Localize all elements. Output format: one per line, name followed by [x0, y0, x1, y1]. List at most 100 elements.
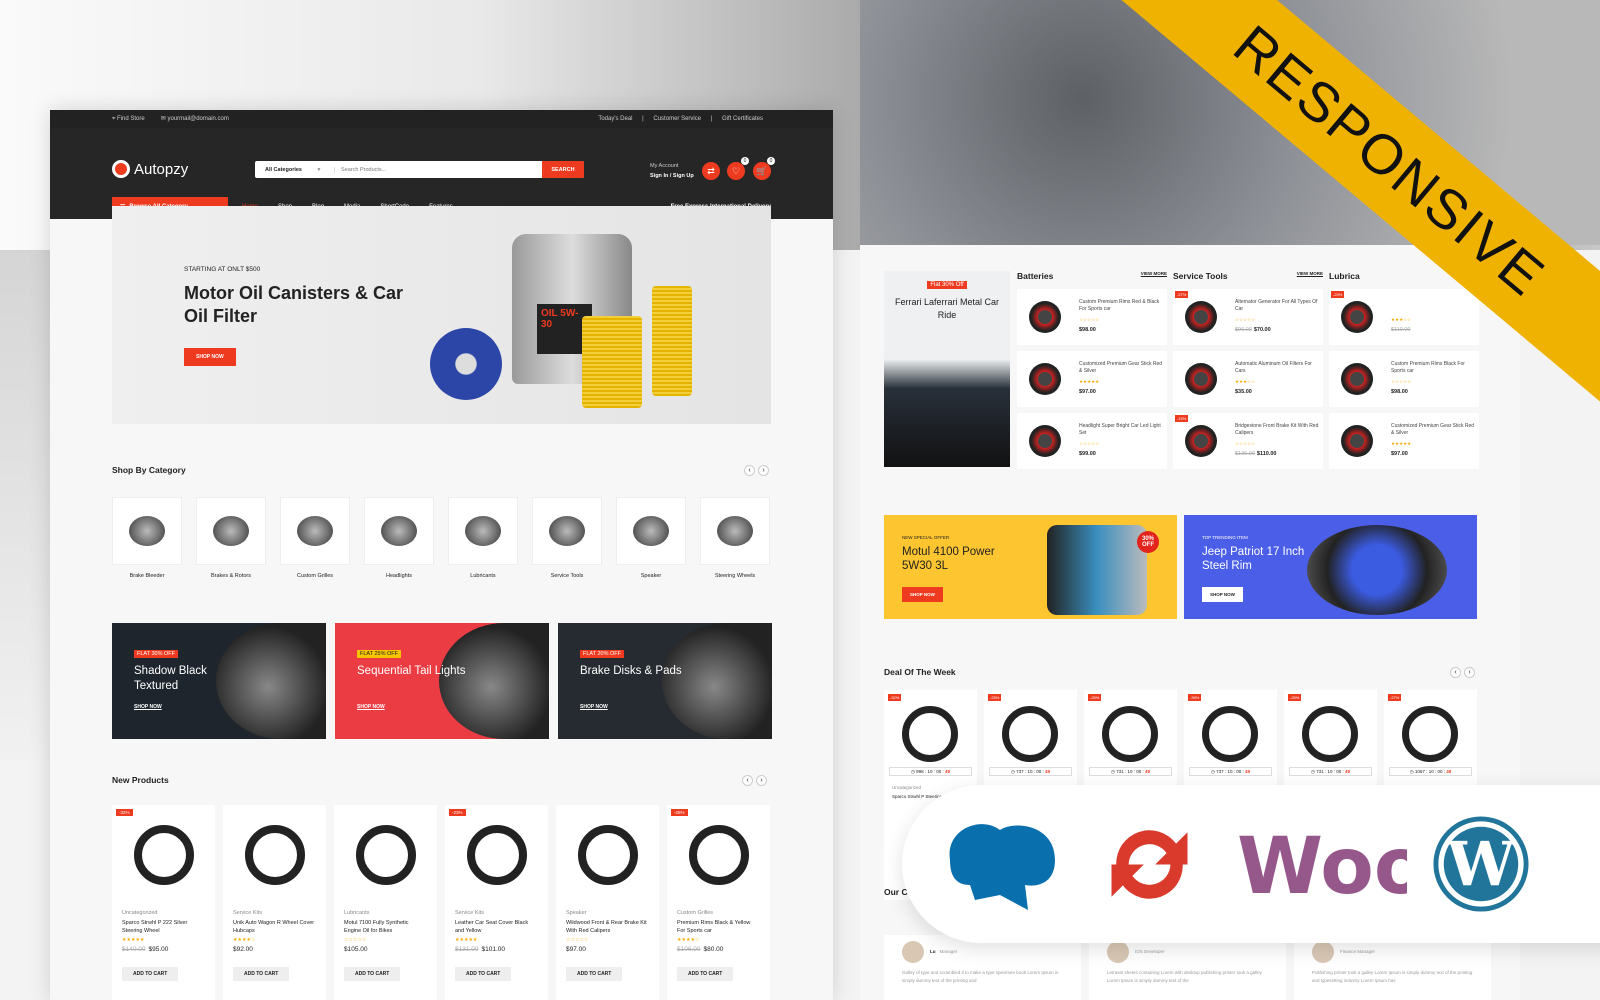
find-store-link[interactable]: ⌖ Find Store [112, 116, 153, 122]
hero-shop-button[interactable]: SHOP NOW [184, 348, 236, 366]
chevron-right-icon[interactable]: › [758, 465, 769, 476]
search-input[interactable]: Search Products... [335, 167, 542, 173]
banner-shop-button[interactable]: SHOP NOW [902, 587, 943, 602]
add-to-cart-button[interactable]: ADD TO CART [233, 967, 290, 981]
product-category[interactable]: Lubricants [334, 910, 437, 916]
add-to-cart-button[interactable]: ADD TO CART [455, 967, 512, 981]
logo[interactable]: Autopzy [112, 160, 188, 178]
mini-product[interactable]: Headlight Super Bright Car Led Light Set… [1017, 413, 1167, 469]
mini-product[interactable]: Custom Premium Rims Red & Black For Spor… [1017, 289, 1167, 345]
product-image[interactable] [445, 805, 548, 905]
product-name[interactable]: Motul 7100 Fully Synthetic Engine Oil fo… [334, 919, 437, 935]
add-to-cart-button[interactable]: ADD TO CART [344, 967, 401, 981]
find-store-label: Find Store [117, 116, 145, 122]
wishlist-icon[interactable]: ♡ 0 [727, 157, 749, 180]
mini-product[interactable]: -27% Alternator Generator For All Types O… [1173, 289, 1323, 345]
sign-in-link[interactable]: Sign In / Sign Up [650, 173, 694, 179]
promo-banner[interactable]: FLAT 30% OFF Shadow Black Textured SHOP NO… [112, 623, 326, 739]
old-price: $106.00 [677, 946, 701, 953]
product-image[interactable] [334, 805, 437, 905]
promo-shop-link[interactable]: SHOP NOW [357, 704, 385, 710]
promo-shop-link[interactable]: SHOP NOW [580, 704, 608, 710]
product-name[interactable]: Unik Auto Wagon R Wheel Cover Hubcaps [223, 919, 326, 935]
category-item[interactable]: Brake Bleeder [112, 497, 182, 579]
product-card[interactable]: -32% Uncategorized Sparco Strwhl P 222 Sil… [112, 805, 215, 1000]
mini-product[interactable]: Customized Premium Gear Stick Red & Silv… [1017, 351, 1167, 407]
product-category[interactable]: Uncategorized [112, 910, 215, 916]
chevron-left-icon[interactable]: ‹ [744, 465, 755, 476]
product-thumbnail [1341, 425, 1373, 457]
timer-value: 731 [1316, 769, 1324, 774]
woo-logo: Woo [1237, 825, 1407, 905]
category-item[interactable]: Lubricants [448, 497, 518, 579]
product-name[interactable]: Sparco Strwhl P 222 Silver Steering Whee… [112, 919, 215, 935]
search-bar: All Categories ▾ Search Products... SEAR… [255, 161, 584, 178]
add-to-cart-button[interactable]: ADD TO CART [122, 967, 179, 981]
customer-service-link[interactable]: Customer Service [653, 116, 701, 122]
product-image[interactable] [667, 805, 770, 905]
search-button[interactable]: SEARCH [542, 161, 584, 178]
account-link[interactable]: My Account Sign In / Sign Up [650, 161, 694, 181]
category-item[interactable]: Brakes & Rotors [196, 497, 266, 579]
chevron-left-icon[interactable]: ‹ [742, 775, 753, 786]
mini-product[interactable]: -19% Bridgestone Front Brake Kit With Red… [1173, 413, 1323, 469]
discount-badge: -25% [1288, 694, 1302, 701]
product-name[interactable]: Customized Premium Gear Stick Red & Silv… [1079, 361, 1163, 375]
product-category[interactable]: Speaker [556, 910, 659, 916]
product-name[interactable]: Alternator Generator For All Types Of Ca… [1235, 299, 1319, 313]
product-card[interactable]: Service Kits Unik Auto Wagon R Wheel Cove… [223, 805, 326, 1000]
product-price: $105.00 [334, 946, 437, 953]
product-name[interactable]: Leather Car Seat Cover Black and Yellow [445, 919, 548, 935]
view-more-link[interactable]: VIEW MORE [1297, 271, 1323, 283]
mini-product[interactable]: Customized Premium Gear Stick Red & Silv… [1329, 413, 1479, 469]
product-category[interactable]: Service Kits [223, 910, 326, 916]
category-item[interactable]: Service Tools [532, 497, 602, 579]
category-thumbnail [213, 516, 249, 546]
banner-shop-button[interactable]: SHOP NOW [1202, 587, 1243, 602]
offer-banner[interactable]: NEW SPECIAL OFFER Motul 4100 Power 5W30 3… [884, 515, 1177, 619]
category-select[interactable]: All Categories ▾ [255, 166, 335, 173]
product-image[interactable] [112, 805, 215, 905]
discount-badge: -32% [116, 809, 133, 816]
section-title: Our C [884, 887, 908, 897]
product-name[interactable]: Headlight Super Bright Car Led Light Set [1079, 423, 1163, 437]
mini-product[interactable]: Custom Premium Rims Black For Sports car… [1329, 351, 1479, 407]
promo-shop-link[interactable]: SHOP NOW [134, 704, 162, 710]
offer-banner[interactable]: TOP TRENDING ITEM Jeep Patriot 17 Inch St… [1184, 515, 1477, 619]
cart-icon[interactable]: 🛒 0 [753, 157, 775, 180]
view-more-link[interactable]: VIEW MORE [1141, 271, 1167, 283]
product-name[interactable]: Bridgestone Front Brake Kit With Red Cal… [1235, 423, 1319, 437]
product-name[interactable]: Automatic Aluminum Oil Filters For Cars [1235, 361, 1319, 375]
chevron-left-icon[interactable]: ‹ [1450, 667, 1461, 678]
product-name[interactable]: Custom Premium Rims Black For Sports car [1391, 361, 1475, 375]
mini-product[interactable]: -23% ★★★☆☆ $110.00 [1329, 289, 1479, 345]
promo-banner[interactable]: FLAT 25% OFF Sequential Tail Lights SHOP N… [335, 623, 549, 739]
category-item[interactable]: Headlights [364, 497, 434, 579]
gift-certificates-link[interactable]: Gift Certificates [722, 116, 763, 122]
product-name[interactable]: Customized Premium Gear Stick Red & Silv… [1391, 423, 1475, 437]
mini-product[interactable]: Automatic Aluminum Oil Filters For Cars ★… [1173, 351, 1323, 407]
product-name[interactable]: Wildwood Front & Rear Brake Kit With Red… [556, 919, 659, 935]
product-category[interactable]: Custom Grilles [667, 910, 770, 916]
product-card[interactable]: Lubricants Motul 7100 Fully Synthetic Eng… [334, 805, 437, 1000]
product-category[interactable]: Service Kits [445, 910, 548, 916]
compare-icon[interactable]: ⇄ [702, 162, 720, 180]
todays-deal-link[interactable]: Today's Deal [598, 116, 632, 122]
category-item[interactable]: Custom Grilles [280, 497, 350, 579]
product-card[interactable]: -25% Custom Grilles Premium Rims Black & Y… [667, 805, 770, 1000]
category-item[interactable]: Speaker [616, 497, 686, 579]
promo-banner[interactable]: FLAT 20% OFF Brake Disks & Pads SHOP NOW [558, 623, 772, 739]
email-link[interactable]: ✉ yourmail@domain.com [161, 116, 237, 122]
product-name[interactable]: Premium Rims Black & Yellow For Sports c… [667, 919, 770, 935]
product-image[interactable] [556, 805, 659, 905]
chevron-right-icon[interactable]: › [756, 775, 767, 786]
product-card[interactable]: Speaker Wildwood Front & Rear Brake Kit W… [556, 805, 659, 1000]
category-item[interactable]: Steering Wheels [700, 497, 770, 579]
product-card[interactable]: -23% Service Kits Leather Car Seat Cover B… [445, 805, 548, 1000]
chevron-right-icon[interactable]: › [1464, 667, 1475, 678]
featured-banner[interactable]: Flat 30% Off Ferrari Laferrari Metal Car… [884, 271, 1010, 467]
add-to-cart-button[interactable]: ADD TO CART [566, 967, 623, 981]
product-image[interactable] [223, 805, 326, 905]
add-to-cart-button[interactable]: ADD TO CART [677, 967, 734, 981]
product-name[interactable]: Custom Premium Rims Red & Black For Spor… [1079, 299, 1163, 313]
